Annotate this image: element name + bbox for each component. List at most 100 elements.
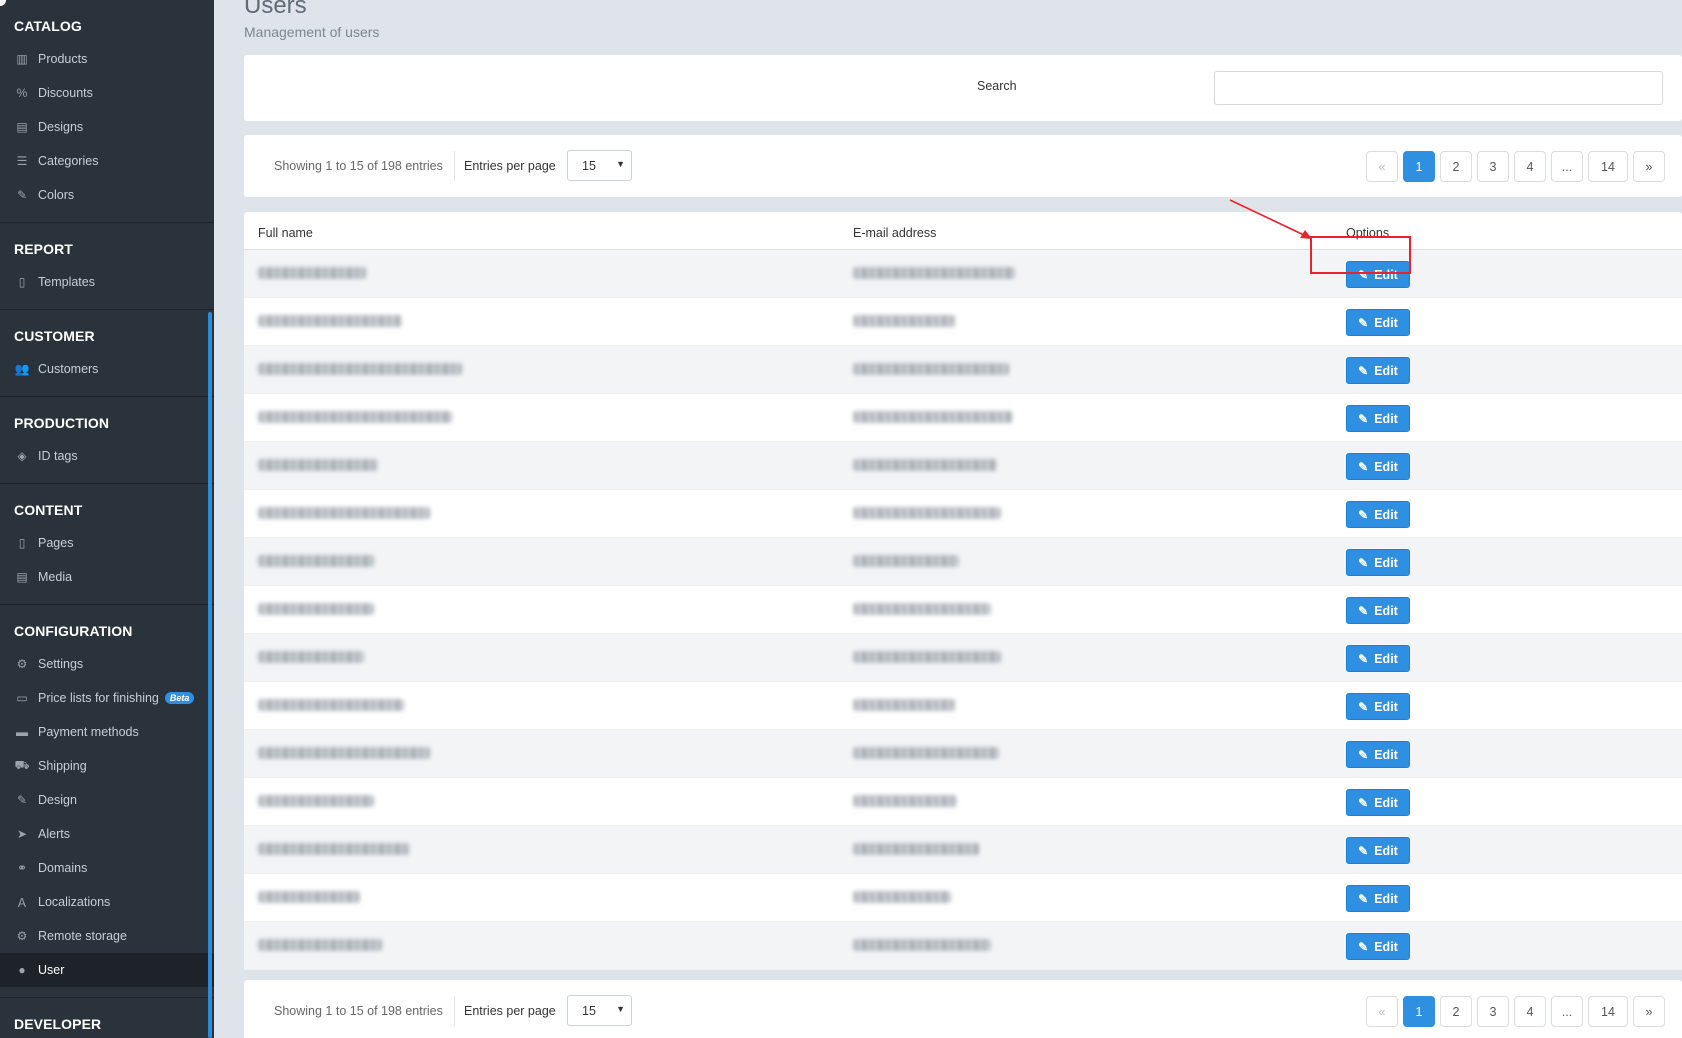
sidebar-item-alerts[interactable]: ➤ Alerts: [0, 817, 214, 851]
edit-button[interactable]: ✎ Edit: [1346, 309, 1410, 336]
edit-button[interactable]: ✎ Edit: [1346, 693, 1410, 720]
page-button-1[interactable]: 1: [1403, 151, 1435, 182]
page-button-2[interactable]: 2: [1440, 151, 1472, 182]
sidebar-item-domains[interactable]: ⚭ Domains: [0, 851, 214, 885]
table-row: ✎ Edit: [244, 442, 1682, 490]
sidebar-item-label: Customers: [38, 362, 99, 376]
full-name-cell-redacted: [258, 603, 374, 615]
sidebar-item-remote-storage[interactable]: ⚙ Remote storage: [0, 919, 214, 953]
sidebar-section: REPORT ▯ Templates: [0, 223, 214, 310]
edit-button[interactable]: ✎ Edit: [1346, 549, 1410, 576]
sidebar-item-settings[interactable]: ⚙ Settings: [0, 647, 214, 681]
edit-button-label: Edit: [1374, 411, 1398, 426]
sidebar-scrollbar[interactable]: [208, 312, 212, 1038]
edit-button-label: Edit: [1374, 603, 1398, 618]
pencil-icon: ✎: [1358, 747, 1369, 762]
email-cell-redacted: [853, 939, 991, 951]
full-name-cell-redacted: [258, 795, 374, 807]
page-button-3[interactable]: 3: [1477, 996, 1509, 1027]
edit-button[interactable]: ✎ Edit: [1346, 405, 1410, 432]
sidebar-item-id-tags[interactable]: ◈ ID tags: [0, 439, 214, 473]
sidebar-item-categories[interactable]: ☰ Categories: [0, 144, 214, 178]
pencil-icon: ✎: [1358, 603, 1369, 618]
email-cell-redacted: [853, 843, 979, 855]
edit-button-label: Edit: [1374, 891, 1398, 906]
edit-button[interactable]: ✎ Edit: [1346, 933, 1410, 960]
table-row: ✎ Edit: [244, 730, 1682, 778]
entries-per-page-select[interactable]: 15 ▼: [567, 995, 632, 1026]
sidebar-item-media[interactable]: ▤ Media: [0, 560, 214, 594]
edit-button[interactable]: ✎ Edit: [1346, 453, 1410, 480]
sidebar-section: DEVELOPER: [0, 998, 214, 1038]
edit-button[interactable]: ✎ Edit: [1346, 261, 1410, 288]
edit-button[interactable]: ✎ Edit: [1346, 789, 1410, 816]
language-icon: Ａ: [15, 895, 28, 910]
pencil-icon: ✎: [1358, 315, 1369, 330]
sidebar-item-pages[interactable]: ▯ Pages: [0, 526, 214, 560]
edit-button[interactable]: ✎ Edit: [1346, 741, 1410, 768]
table-row: ✎ Edit: [244, 538, 1682, 586]
pencil-icon: ✎: [1358, 459, 1369, 474]
page-button-3[interactable]: 3: [1477, 151, 1509, 182]
email-cell-redacted: [853, 747, 999, 759]
page-button-2[interactable]: 2: [1440, 996, 1472, 1027]
edit-button-label: Edit: [1374, 651, 1398, 666]
sidebar-item-label: Alerts: [38, 827, 70, 841]
column-header-options: Options: [1346, 226, 1390, 240]
sidebar-item-colors[interactable]: ✎ Colors: [0, 178, 214, 212]
page-prev-button[interactable]: «: [1366, 151, 1398, 182]
sidebar: CATALOG ▥ Products% Discounts ▤ Designs ☰ Categ…: [0, 0, 214, 1038]
sidebar-item-designs[interactable]: ▤ Designs: [0, 110, 214, 144]
edit-button[interactable]: ✎ Edit: [1346, 885, 1410, 912]
edit-button[interactable]: ✎ Edit: [1346, 357, 1410, 384]
table-row: ✎ Edit: [244, 346, 1682, 394]
edit-button-label: Edit: [1374, 459, 1398, 474]
sidebar-heading: CONTENT: [14, 502, 83, 518]
email-cell-redacted: [853, 555, 959, 567]
sidebar-section: CONFIGURATION ⚙ Settings ▭ Price lists for f…: [0, 605, 214, 998]
page-next-button[interactable]: »: [1633, 151, 1665, 182]
sidebar-item-products[interactable]: ▥ Products: [0, 42, 214, 76]
sidebar-item-user[interactable]: ● User: [0, 953, 214, 987]
sidebar-section: CUSTOMER 👥 Customers: [0, 310, 214, 397]
page-button-4[interactable]: 4: [1514, 151, 1546, 182]
sidebar-item-payment-methods[interactable]: ▬ Payment methods: [0, 715, 214, 749]
page-button-4[interactable]: 4: [1514, 996, 1546, 1027]
sidebar-item-templates[interactable]: ▯ Templates: [0, 265, 214, 299]
page-next-button[interactable]: »: [1633, 996, 1665, 1027]
sidebar-item-label: User: [38, 963, 65, 977]
entries-per-page-select[interactable]: 15 ▼: [567, 150, 632, 181]
edit-button[interactable]: ✎ Edit: [1346, 597, 1410, 624]
full-name-cell-redacted: [258, 843, 410, 855]
edit-button-label: Edit: [1374, 363, 1398, 378]
search-input[interactable]: [1214, 71, 1663, 105]
table-row: ✎ Edit: [244, 778, 1682, 826]
entries-info: Showing 1 to 15 of 198 entries: [274, 1004, 443, 1018]
entries-info: Showing 1 to 15 of 198 entries: [274, 159, 443, 173]
edit-button[interactable]: ✎ Edit: [1346, 645, 1410, 672]
sidebar-item-design[interactable]: ✎ Design: [0, 783, 214, 817]
page-button-1[interactable]: 1: [1403, 996, 1435, 1027]
edit-button-label: Edit: [1374, 507, 1398, 522]
column-header-full-name[interactable]: Full name: [258, 226, 313, 240]
sidebar-item-price-lists-for-finishing[interactable]: ▭ Price lists for finishing Beta: [0, 681, 214, 715]
sidebar-section: PRODUCTION ◈ ID tags: [0, 397, 214, 484]
column-header-email[interactable]: E-mail address: [853, 226, 936, 240]
file-icon: ▯: [18, 275, 26, 289]
full-name-cell-redacted: [258, 315, 402, 327]
table-body: ✎ Edit ✎ Edit ✎ Edit ✎ Edit ✎ Edit ✎ Edit ✎ Edit ✎ Edit…: [244, 250, 1682, 970]
sidebar-item-discounts[interactable]: % Discounts: [0, 76, 214, 110]
table-row: ✎ Edit: [244, 298, 1682, 346]
edit-button[interactable]: ✎ Edit: [1346, 501, 1410, 528]
sidebar-item-customers[interactable]: 👥 Customers: [0, 352, 214, 386]
sidebar-item-shipping[interactable]: ⛟ Shipping: [0, 749, 214, 783]
page-prev-button[interactable]: «: [1366, 996, 1398, 1027]
divider: [454, 151, 455, 181]
sidebar-item-localizations[interactable]: Ａ Localizations: [0, 885, 214, 919]
credit-card-icon: ▬: [16, 725, 28, 739]
edit-button[interactable]: ✎ Edit: [1346, 837, 1410, 864]
page-button-14[interactable]: 14: [1588, 151, 1628, 182]
page-button-14[interactable]: 14: [1588, 996, 1628, 1027]
sidebar-item-label: Settings: [38, 657, 84, 671]
email-cell-redacted: [853, 699, 955, 711]
